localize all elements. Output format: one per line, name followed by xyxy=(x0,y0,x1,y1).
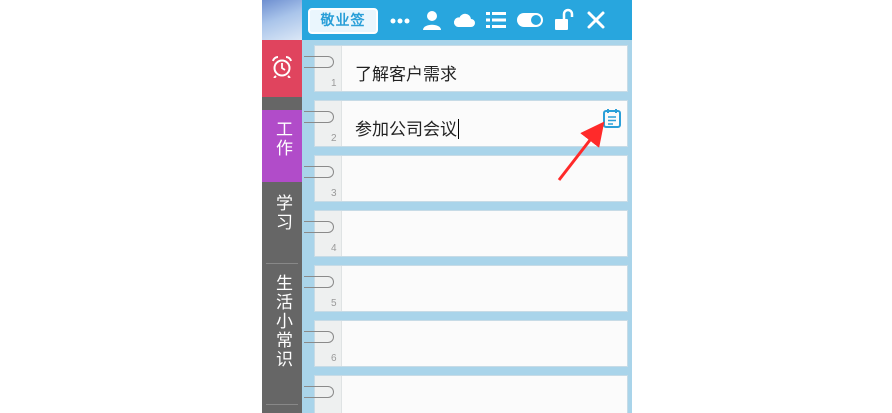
user-icon[interactable] xyxy=(420,8,444,32)
cloud-icon[interactable] xyxy=(452,8,476,32)
row-number: 6 xyxy=(331,353,337,364)
binder-ring xyxy=(304,331,334,343)
tab-study-label: 学习 xyxy=(272,194,292,232)
note-row[interactable]: 3 xyxy=(314,155,628,202)
binder-ring xyxy=(304,111,334,123)
desktop-background xyxy=(262,0,302,40)
notes-list: 1 了解客户需求 2 参加公司会议 3 4 5 6 xyxy=(302,40,632,413)
note-row[interactable]: 5 xyxy=(314,265,628,312)
binder-ring xyxy=(304,221,334,233)
note-margin xyxy=(315,101,342,146)
alarm-clock-icon xyxy=(272,56,292,78)
note-margin xyxy=(315,211,342,256)
row-number: 1 xyxy=(331,78,337,89)
binder-ring xyxy=(304,386,334,398)
row-number: 3 xyxy=(331,188,337,199)
tab-life-tips-label: 生活小常识 xyxy=(272,274,292,369)
toggle-icon[interactable] xyxy=(516,8,544,32)
note-margin xyxy=(315,321,342,366)
row-number: 2 xyxy=(331,133,337,144)
brand-button[interactable]: 敬业签 xyxy=(308,8,378,34)
note-row[interactable]: 4 xyxy=(314,210,628,257)
note-margin xyxy=(315,46,342,91)
note-text[interactable]: 了解客户需求 xyxy=(355,60,457,85)
tab-study[interactable]: 学习 xyxy=(262,184,302,262)
tab-life-tips[interactable]: 生活小常识 xyxy=(262,264,302,404)
tab-alarm[interactable] xyxy=(262,40,302,97)
note-row[interactable]: 2 参加公司会议 xyxy=(314,100,628,147)
toolbar: 敬业签 xyxy=(302,0,632,40)
memo-icon[interactable] xyxy=(601,107,623,129)
app-window: 敬业签 工作 学习 生活小常识 1 了解客户需求 2 参加公司会议 3 4 5 … xyxy=(262,0,632,413)
tab-divider xyxy=(266,404,298,405)
tab-work-label: 工作 xyxy=(272,120,292,158)
note-text: 参加公司会议 xyxy=(355,120,457,140)
note-margin xyxy=(315,266,342,311)
unlock-icon[interactable] xyxy=(552,8,576,32)
note-row[interactable]: 1 了解客户需求 xyxy=(314,45,628,92)
note-text-editing[interactable]: 参加公司会议 xyxy=(355,115,459,140)
row-number: 4 xyxy=(331,243,337,254)
close-icon[interactable] xyxy=(584,8,608,32)
binder-ring xyxy=(304,166,334,178)
list-icon[interactable] xyxy=(484,8,508,32)
note-margin xyxy=(315,156,342,201)
row-number: 5 xyxy=(331,298,337,309)
note-row[interactable] xyxy=(314,375,628,413)
binder-ring xyxy=(304,56,334,68)
text-caret xyxy=(458,119,459,139)
more-icon[interactable] xyxy=(388,8,412,32)
tab-work[interactable]: 工作 xyxy=(262,110,302,182)
binder-ring xyxy=(304,276,334,288)
note-row[interactable]: 6 xyxy=(314,320,628,367)
